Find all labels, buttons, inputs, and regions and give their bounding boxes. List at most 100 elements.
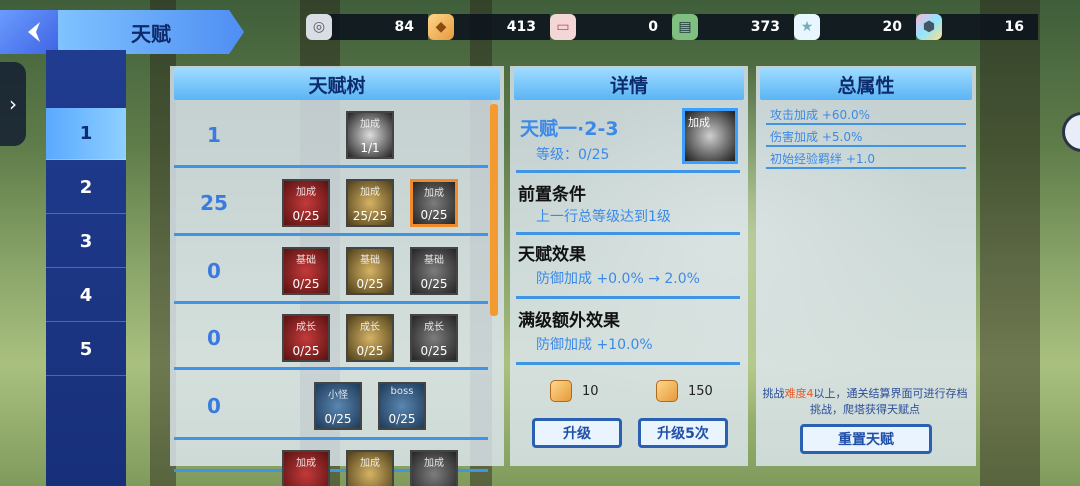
talent-node-label: 加成 (424, 458, 444, 469)
talent-node[interactable]: 加成 (346, 450, 394, 486)
row-level: 1 (207, 123, 221, 147)
chapter-tabs: 1 2 3 4 5 (46, 50, 126, 486)
total-attributes-panel: 总属性 攻击加成 +60.0% 伤害加成 +5.0% 初始经验羁绊 +1.0 挑… (756, 66, 976, 466)
max-effect-heading: 满级额外效果 (518, 311, 620, 331)
talent-node-count: 0/25 (292, 277, 320, 291)
attribute-item: 初始经验羁绊 +1.0 (766, 150, 966, 169)
talent-node-label: 基础 (360, 255, 380, 266)
tab-4[interactable]: 4 (46, 270, 126, 322)
talent-node-label: 加成 (296, 458, 316, 469)
talent-name: 天赋一·2-3 (520, 118, 619, 140)
reset-tip: 挑战难度4以上，通关结算界面可进行存档挑战，爬塔获得天赋点 (762, 386, 968, 418)
talent-node[interactable]: 成长 0/25 (282, 314, 330, 362)
talent-node-label: 加成 (424, 188, 444, 199)
resource-value: 84 (328, 14, 428, 40)
gear-coin-icon: ◎ (306, 14, 332, 40)
talent-node-label: 小怪 (328, 390, 348, 401)
bread-icon (656, 380, 678, 402)
talent-node[interactable]: 基础 0/25 (282, 247, 330, 295)
attribute-item: 伤害加成 +5.0% (766, 128, 966, 147)
effect-text: 防御加成 +0.0% → 2.0% (536, 271, 700, 287)
talent-node-count: 0/25 (356, 277, 384, 291)
book-icon: ▤ (672, 14, 698, 40)
bread-icon (550, 380, 572, 402)
talent-node-count: 25/25 (352, 209, 388, 223)
divider (516, 170, 740, 173)
row-level: 0 (207, 394, 221, 418)
talent-node-count: 0/25 (324, 412, 352, 426)
bread-icon: ◆ (428, 14, 454, 40)
divider (516, 362, 740, 365)
talent-node-count: 0/25 (292, 209, 320, 223)
tab-3[interactable]: 3 (46, 216, 126, 268)
talent-tree-panel: 天赋树 1 加成 1/1 25 加成 0/25 加成 25/25 加成 0/25 0 基础 0/25 基础… (170, 66, 504, 486)
panel-title: 天赋树 (174, 68, 500, 100)
cost-value: 150 (688, 383, 713, 399)
max-effect-text: 防御加成 +10.0% (536, 337, 653, 353)
attribute-item: 攻击加成 +60.0% (766, 106, 966, 125)
talent-node-label: 加成 (360, 119, 380, 130)
tip-highlight: 难度4 (784, 387, 814, 400)
talent-node[interactable]: 加成 (282, 450, 330, 486)
tip-text: 挑战 (762, 387, 785, 400)
talent-node[interactable]: 加成 0/25 (410, 179, 458, 227)
reset-talent-button[interactable]: 重置天赋 (800, 424, 932, 454)
talent-node-count: 0/25 (420, 344, 448, 358)
upgrade-button[interactable]: 升级 (532, 418, 622, 448)
talent-node-label: 成长 (360, 322, 380, 333)
resource-bread: ◆ 413 (428, 12, 550, 42)
talent-node-count: 0/25 (292, 344, 320, 358)
talent-node-count: 1/1 (360, 141, 380, 155)
resource-value: 413 (450, 14, 550, 40)
talent-node[interactable]: 加成 (410, 450, 458, 486)
talent-row: 加成 加成 加成 (174, 442, 488, 486)
talent-row: 0 成长 0/25 成长 0/25 成长 0/25 (174, 306, 488, 370)
back-arrow-icon (28, 22, 40, 42)
talent-row: 0 基础 0/25 基础 0/25 基础 0/25 (174, 238, 488, 304)
talent-node-count: 0/25 (388, 412, 416, 426)
row-level: 0 (207, 326, 221, 350)
upgrade-5x-button[interactable]: 升级5次 (638, 418, 728, 448)
talent-node[interactable]: 加成 25/25 (346, 179, 394, 227)
row-level: 25 (200, 191, 228, 215)
tab-1[interactable]: 1 (46, 108, 126, 160)
talent-node[interactable]: 基础 0/25 (346, 247, 394, 295)
divider (516, 232, 740, 235)
expand-sidebar-button[interactable]: › (0, 62, 26, 146)
tree-scrollbar[interactable] (490, 104, 498, 316)
talent-node-label: boss (390, 386, 414, 397)
talent-node-label: 成长 (424, 322, 444, 333)
prereq-text: 上一行总等级达到1级 (536, 209, 671, 225)
talent-row: 1 加成 1/1 (174, 102, 488, 168)
divider (516, 296, 740, 299)
resource-value: 20 (816, 14, 916, 40)
star-icon: ★ (794, 14, 820, 40)
upgrade-cost: 10 (550, 380, 599, 402)
talent-node[interactable]: 成长 0/25 (346, 314, 394, 362)
detail-panel: 详情 天赋一·2-3 等级：0/25 加成 前置条件 上一行总等级达到1级 天赋… (510, 66, 748, 466)
talent-node-label: 加成 (360, 187, 380, 198)
tab-5[interactable]: 5 (46, 324, 126, 376)
resource-book: ▤ 373 (672, 12, 794, 42)
talent-node-label: 成长 (296, 322, 316, 333)
talent-node[interactable]: 小怪 0/25 (314, 382, 362, 430)
talent-icon-label: 加成 (688, 116, 710, 129)
talent-node[interactable]: 加成 1/1 (346, 111, 394, 159)
resource-gear-coin: ◎ 84 (306, 12, 428, 42)
ticket-icon: ▭ (550, 14, 576, 40)
talent-node[interactable]: 基础 0/25 (410, 247, 458, 295)
row-level: 0 (207, 259, 221, 283)
panel-title: 详情 (514, 68, 744, 100)
talent-node-count: 0/25 (420, 208, 448, 222)
upgrade5-cost: 150 (656, 380, 713, 402)
talent-row: 0 小怪 0/25 boss 0/25 (174, 372, 488, 440)
talent-node[interactable]: 成长 0/25 (410, 314, 458, 362)
talent-node-label: 基础 (296, 255, 316, 266)
resource-value: 373 (694, 14, 794, 40)
tab-2[interactable]: 2 (46, 162, 126, 214)
talent-node-label: 加成 (296, 187, 316, 198)
talent-node[interactable]: 加成 0/25 (282, 179, 330, 227)
talent-row: 25 加成 0/25 加成 25/25 加成 0/25 (174, 170, 488, 236)
talent-node[interactable]: boss 0/25 (378, 382, 426, 430)
page-title: 天赋 (58, 10, 244, 54)
